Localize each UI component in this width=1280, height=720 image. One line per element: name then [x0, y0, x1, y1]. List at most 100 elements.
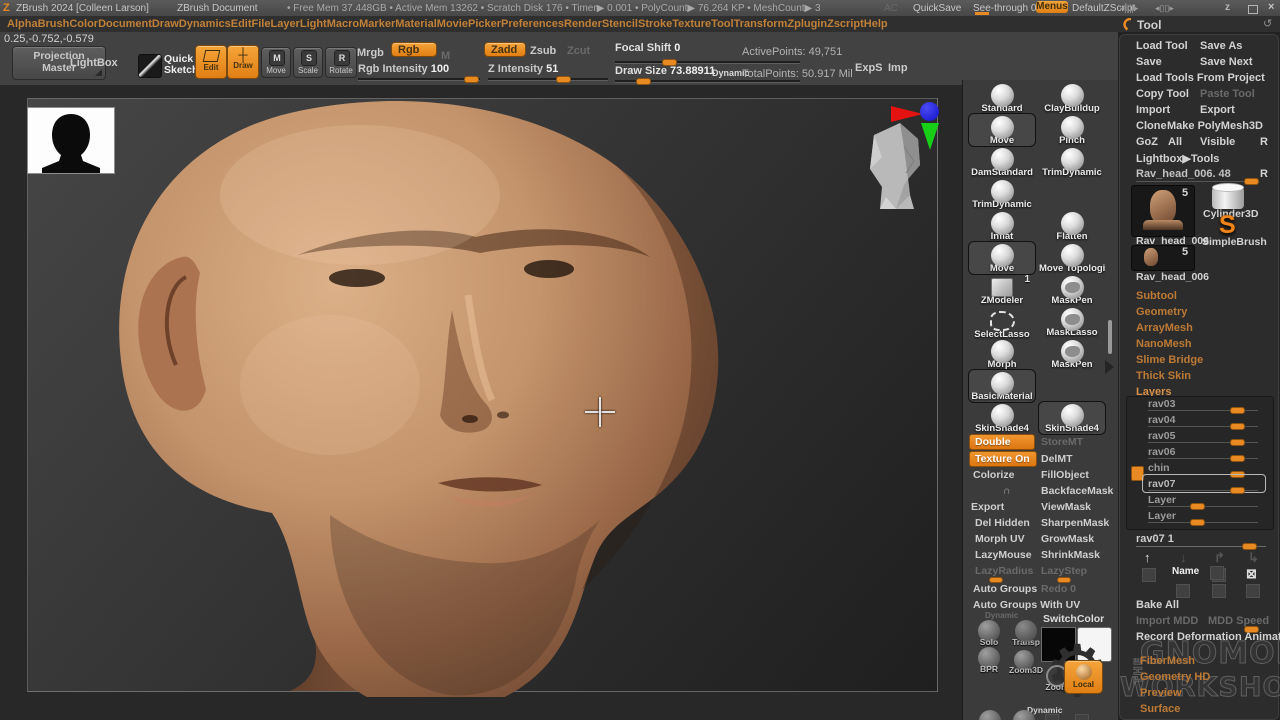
- delmt-button[interactable]: DelMT: [1041, 453, 1073, 465]
- focal-shift-slider[interactable]: Focal Shift 0: [615, 42, 680, 54]
- exps-button[interactable]: ExpS: [855, 62, 883, 74]
- brush-maskpen[interactable]: MaskPen: [1039, 274, 1105, 306]
- layer-row[interactable]: rav06: [1148, 446, 1175, 458]
- y-axis-icon[interactable]: [921, 123, 939, 150]
- rgb-intensity-track[interactable]: [358, 78, 480, 80]
- lazymouse-button[interactable]: LazyMouse: [975, 549, 1032, 561]
- z-intensity-slider[interactable]: Z Intensity 51: [488, 63, 558, 75]
- goz-visible-button[interactable]: Visible: [1200, 136, 1235, 148]
- zsub-button[interactable]: Zsub: [530, 45, 556, 57]
- brush-zmodeler[interactable]: 1 ZModeler: [969, 274, 1035, 306]
- menu-item[interactable]: Stroke: [638, 18, 672, 30]
- focal-shift-track[interactable]: [615, 61, 800, 63]
- menu-item[interactable]: Help: [864, 18, 888, 30]
- menu-item[interactable]: Preferences: [501, 18, 564, 30]
- colorize-button[interactable]: Colorize: [973, 469, 1014, 481]
- minimize-icon[interactable]: z: [1225, 2, 1230, 13]
- export-button[interactable]: Export: [971, 501, 1004, 513]
- history-scrub-icon[interactable]: ◂||||▸: [1120, 3, 1138, 14]
- brush-inflat[interactable]: Inflat: [969, 210, 1035, 242]
- section-geometry-hd[interactable]: Geometry HD: [1140, 671, 1210, 683]
- layer-row[interactable]: rav04: [1148, 414, 1175, 426]
- tray-scrollbar[interactable]: [1108, 320, 1112, 354]
- menu-item[interactable]: Draw: [152, 18, 179, 30]
- imp-button[interactable]: Imp: [888, 62, 908, 74]
- texture-on-button[interactable]: Texture On: [969, 451, 1037, 467]
- menu-item[interactable]: Marker: [359, 18, 395, 30]
- rgb-intensity-handle[interactable]: [464, 76, 479, 83]
- layer-intensity-handle[interactable]: [1230, 423, 1245, 430]
- menu-item[interactable]: Brush: [38, 18, 70, 30]
- auto-groups-button[interactable]: Auto Groups: [973, 583, 1037, 595]
- viewmask-button[interactable]: ViewMask: [1041, 501, 1091, 513]
- mdd-speed-slider[interactable]: MDD Speed: [1208, 615, 1269, 627]
- zcut-button[interactable]: Zcut: [567, 45, 590, 57]
- layer-transfer-icon[interactable]: ↱: [1214, 550, 1225, 566]
- layer-split-icon[interactable]: ↳: [1248, 550, 1259, 566]
- menu-item[interactable]: Render: [564, 18, 602, 30]
- draw-button[interactable]: ┼ Draw: [227, 45, 259, 79]
- menu-item[interactable]: Zscript: [827, 18, 864, 30]
- menu-item[interactable]: Texture: [672, 18, 711, 30]
- morph-uv-button[interactable]: Morph UV: [975, 533, 1025, 545]
- clipped-toggle-icon[interactable]: [1075, 714, 1089, 720]
- save-as-button[interactable]: Save As: [1200, 40, 1242, 52]
- m-button[interactable]: M: [441, 50, 450, 62]
- layer-row[interactable]: Layer: [1148, 510, 1176, 522]
- menu-item[interactable]: Dynamics: [179, 18, 231, 30]
- brush-maskpen[interactable]: MaskPen: [1039, 338, 1105, 370]
- transp-button[interactable]: Transp: [1012, 620, 1040, 647]
- layer-intensity-handle[interactable]: [1230, 407, 1245, 414]
- z-axis-icon[interactable]: [920, 102, 939, 121]
- reload-tool-icon[interactable]: ↺: [1263, 17, 1272, 30]
- layer-delete-icon[interactable]: ⊠: [1246, 566, 1257, 582]
- rgb-button[interactable]: Rgb: [391, 42, 437, 57]
- del-hidden-button[interactable]: Del Hidden: [975, 517, 1030, 529]
- menu-item[interactable]: Tool: [711, 18, 733, 30]
- mrgb-button[interactable]: Mrgb: [357, 47, 384, 59]
- clone-button[interactable]: Clone: [1136, 120, 1167, 132]
- tool-name-track[interactable]: [1136, 181, 1258, 182]
- clipped-toggle-icon[interactable]: [1045, 714, 1059, 720]
- menu-item[interactable]: Alpha: [7, 18, 38, 30]
- material-basicmaterial[interactable]: BasicMaterial: [969, 370, 1035, 402]
- brush-trimdynamic[interactable]: TrimDynamic: [1039, 146, 1105, 178]
- layer-group-icon[interactable]: [1246, 584, 1260, 598]
- paste-tool-button[interactable]: Paste Tool: [1200, 88, 1255, 100]
- document-pager-icon[interactable]: ◂▯▯▸: [1155, 3, 1174, 14]
- load-tools-from-project-button[interactable]: Load Tools From Project: [1136, 72, 1265, 84]
- tool-r-button[interactable]: R: [1260, 168, 1268, 180]
- tray-collapse-arrow-icon[interactable]: [1105, 360, 1114, 374]
- section-geometry[interactable]: Geometry: [1136, 306, 1187, 318]
- brush-pinch[interactable]: Pinch: [1039, 114, 1105, 146]
- layer-copy-icon[interactable]: [1210, 566, 1224, 580]
- import-button[interactable]: Import: [1136, 104, 1170, 116]
- move-button[interactable]: M Move: [261, 47, 291, 78]
- z-intensity-handle[interactable]: [556, 76, 571, 83]
- layer-move-up-icon[interactable]: ↑: [1144, 550, 1151, 565]
- see-through-slider-handle[interactable]: [975, 12, 989, 15]
- zadd-button[interactable]: Zadd: [484, 42, 526, 57]
- menu-item[interactable]: Transform: [734, 18, 788, 30]
- export-button[interactable]: Export: [1200, 104, 1235, 116]
- layer-move-down-icon[interactable]: ↓: [1180, 550, 1187, 565]
- local-button[interactable]: Local: [1064, 660, 1103, 694]
- zoom3d-button[interactable]: Zoom3D: [1009, 650, 1039, 675]
- material-skinshade4[interactable]: SkinShade4: [1039, 402, 1105, 434]
- x-axis-icon[interactable]: [891, 106, 923, 122]
- shrinkmask-button[interactable]: ShrinkMask: [1041, 549, 1100, 561]
- section-fibermesh[interactable]: FiberMesh: [1140, 655, 1195, 667]
- switchcolor-button[interactable]: SwitchColor: [1043, 613, 1104, 625]
- brush-move-topological[interactable]: Move Topologica: [1039, 242, 1105, 274]
- goz-all-button[interactable]: All: [1168, 136, 1182, 148]
- close-window-icon[interactable]: ×: [1268, 1, 1274, 13]
- menu-item[interactable]: Material: [395, 18, 437, 30]
- brush-selectlasso[interactable]: SelectLasso: [969, 306, 1035, 340]
- lightbox-button[interactable]: LightBox: [70, 57, 118, 69]
- layer-row-selected[interactable]: rav07: [1148, 478, 1175, 490]
- brush-trimdynamic[interactable]: TrimDynamic: [969, 178, 1035, 210]
- section-subtool[interactable]: Subtool: [1136, 290, 1177, 302]
- layer-slider-handle[interactable]: [1242, 543, 1257, 550]
- menu-item[interactable]: Layer: [270, 18, 299, 30]
- edit-button[interactable]: Edit: [195, 45, 227, 79]
